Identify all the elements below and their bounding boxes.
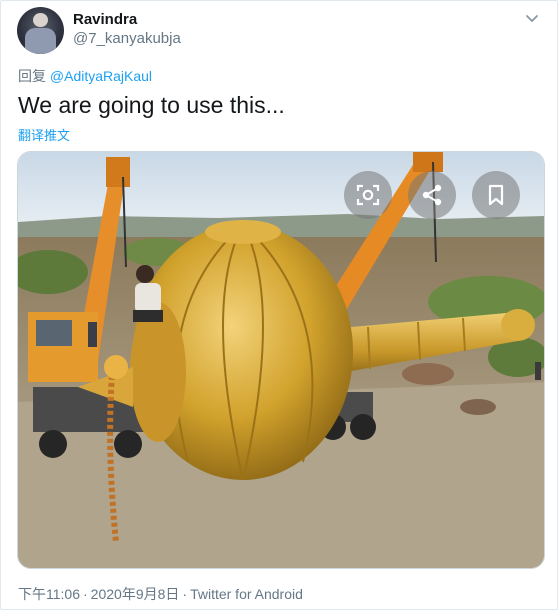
chevron-down-icon[interactable]	[523, 9, 541, 27]
bookmark-icon	[488, 184, 504, 206]
share-icon	[422, 184, 442, 206]
meta-separator: ·	[83, 586, 88, 602]
author-name[interactable]: Ravindra	[73, 11, 137, 28]
lens-search-button[interactable]	[344, 171, 392, 219]
tweet-meta: 下午11:06 · 2020年9月8日 · Twitter for Android	[18, 584, 303, 604]
tweet-text: We are going to use this...	[18, 92, 285, 118]
author-handle[interactable]: @7_kanyakubja	[73, 30, 181, 47]
lens-search-icon	[356, 184, 380, 206]
bookmark-button[interactable]	[472, 171, 520, 219]
reply-line: 回复 @AdityaRajKaul	[18, 66, 152, 86]
reply-prefix: 回复	[18, 68, 46, 84]
tweet-date[interactable]: 2020年9月8日	[91, 586, 180, 602]
avatar-body	[25, 28, 56, 54]
tweet-source[interactable]: Twitter for Android	[190, 586, 303, 602]
photo-illustration	[18, 152, 544, 568]
translate-link[interactable]: 翻译推文	[18, 125, 70, 144]
avatar-head	[33, 13, 48, 27]
tweet-card: Ravindra @7_kanyakubja 回复 @AdityaRajKaul…	[0, 0, 558, 610]
meta-separator: ·	[182, 586, 188, 602]
share-button[interactable]	[408, 171, 456, 219]
reply-mention-link[interactable]: @AdityaRajKaul	[50, 68, 152, 84]
avatar[interactable]	[17, 7, 64, 54]
tweet-time[interactable]: 下午11:06	[18, 586, 80, 602]
tweet-photo[interactable]	[17, 151, 545, 569]
